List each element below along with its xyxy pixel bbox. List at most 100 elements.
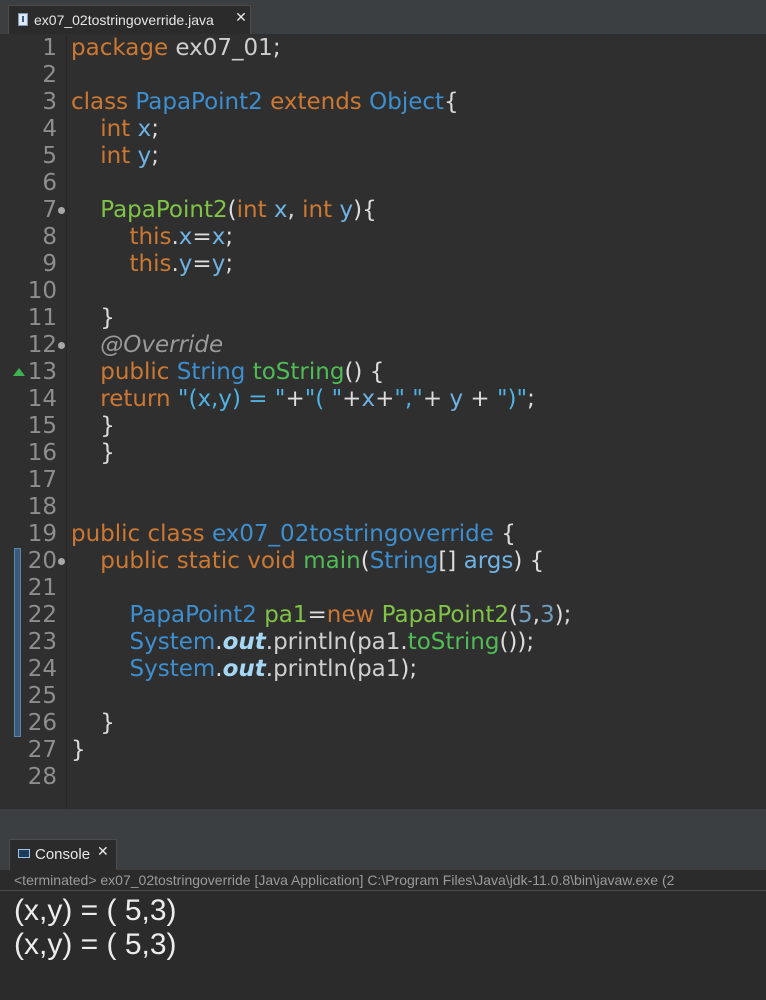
code-token: PapaPoint2 [100, 197, 228, 223]
code-line[interactable]: class PapaPoint2 extends Object{ [71, 89, 459, 116]
code-token: ){ [353, 197, 377, 223]
code-token: + [375, 386, 395, 412]
code-token: args [463, 548, 514, 574]
code-token: Object [369, 89, 445, 115]
code-token: { [493, 521, 516, 547]
code-token: . [215, 656, 223, 682]
code-line[interactable]: return "(x,y) = "+"( "+x+","+ y + ")"; [71, 386, 535, 413]
line-number: 16 [27, 440, 57, 466]
code-token: = [192, 224, 212, 250]
code-token: + [342, 386, 362, 412]
code-token: "( " [304, 386, 343, 412]
console-status-line: <terminated> ex07_02tostringoverride [Ja… [14, 872, 675, 888]
code-line[interactable]: this.x=x; [71, 224, 234, 251]
code-editor[interactable]: 1 2 3 4 5 6 7 8 9 10 11 12 13 14 15 16 17 18 19 20 21 22 23 24 2… [0, 34, 766, 809]
code-line[interactable]: this.y=y; [71, 251, 234, 278]
code-token: + [285, 386, 305, 412]
code-token: ; [272, 35, 281, 61]
code-token: = [192, 251, 212, 277]
code-line[interactable]: } [71, 737, 86, 764]
fold-collapse-icon[interactable] [58, 207, 65, 214]
code-token: x [178, 224, 193, 250]
console-tab-bar: Console ✕ [0, 830, 766, 870]
code-line[interactable]: public String toString() { [71, 359, 384, 386]
code-line[interactable]: int x; [71, 116, 159, 143]
code-token: PapaPoint2 [381, 602, 510, 628]
code-token: . [215, 629, 223, 655]
editor-tab-label: ex07_02tostringoverride.java [34, 12, 214, 28]
line-number: 19 [27, 521, 57, 547]
code-line[interactable]: PapaPoint2(int x, int y){ [71, 197, 377, 224]
code-line[interactable]: PapaPoint2 pa1=new PapaPoint2(5,3); [71, 602, 572, 629]
code-line[interactable]: } [71, 710, 115, 737]
code-token: , [287, 197, 303, 223]
close-tab-icon[interactable]: ✕ [233, 10, 249, 28]
line-number: 28 [27, 764, 57, 790]
line-number: 12 [27, 332, 57, 358]
code-token: y [178, 251, 193, 277]
code-token: int [100, 116, 131, 142]
code-line[interactable]: } [71, 305, 115, 332]
code-line[interactable]: } [71, 413, 115, 440]
close-console-icon[interactable]: ✕ [97, 844, 109, 860]
override-triangle-icon[interactable] [13, 368, 25, 376]
code-token: pa1 [357, 656, 401, 682]
code-token: , [532, 602, 540, 628]
code-line[interactable]: int y; [71, 143, 159, 170]
console-tab[interactable]: Console ✕ [9, 839, 117, 870]
fold-collapse-icon[interactable] [58, 558, 65, 565]
code-token: [] [438, 548, 464, 574]
code-area[interactable]: package ex07_01;class PapaPoint2 extends… [66, 34, 766, 809]
line-number: 27 [27, 737, 57, 763]
code-token: toString [407, 629, 500, 655]
code-token: ")" [496, 386, 528, 412]
code-line[interactable]: System.out.println(pa1); [71, 656, 418, 683]
code-token: int [302, 197, 333, 223]
code-token: int [236, 197, 267, 223]
code-token: ); [554, 602, 572, 628]
code-token: extends [270, 89, 362, 115]
console-tab-label: Console [35, 846, 91, 863]
fold-collapse-icon[interactable] [58, 342, 65, 349]
code-token: package [71, 35, 169, 61]
code-token: } [71, 305, 115, 331]
line-number: 4 [42, 116, 57, 142]
code-line[interactable]: @Override [71, 332, 223, 359]
code-line[interactable]: } [71, 440, 115, 467]
code-token: public [71, 521, 141, 547]
editor-tab[interactable]: ex07_02tostringoverride.java ✕ [8, 5, 251, 34]
code-token: class [147, 521, 205, 547]
code-line[interactable]: public class ex07_02tostringoverride { [71, 521, 516, 548]
code-token: } [71, 710, 115, 736]
code-line[interactable]: public static void main(String[] args) { [71, 548, 544, 575]
code-token: } [71, 440, 115, 466]
line-number: 18 [27, 494, 57, 520]
line-number: 10 [27, 278, 57, 304]
line-number: 2 [42, 62, 57, 88]
code-token: ; [527, 386, 535, 412]
code-token: println [273, 629, 349, 655]
code-line[interactable]: package ex07_01; [71, 35, 281, 62]
code-token: out [222, 629, 266, 655]
editor-left-ruler [0, 34, 12, 809]
code-token: ; [225, 224, 234, 250]
line-number: 1 [42, 35, 57, 61]
code-token: ); [400, 656, 418, 682]
code-token: PapaPoint2 [129, 602, 257, 628]
editor-tab-bar: ex07_02tostringoverride.java ✕ [0, 0, 766, 35]
code-token: x [361, 386, 376, 412]
code-line[interactable]: System.out.println(pa1.toString()); [71, 629, 535, 656]
